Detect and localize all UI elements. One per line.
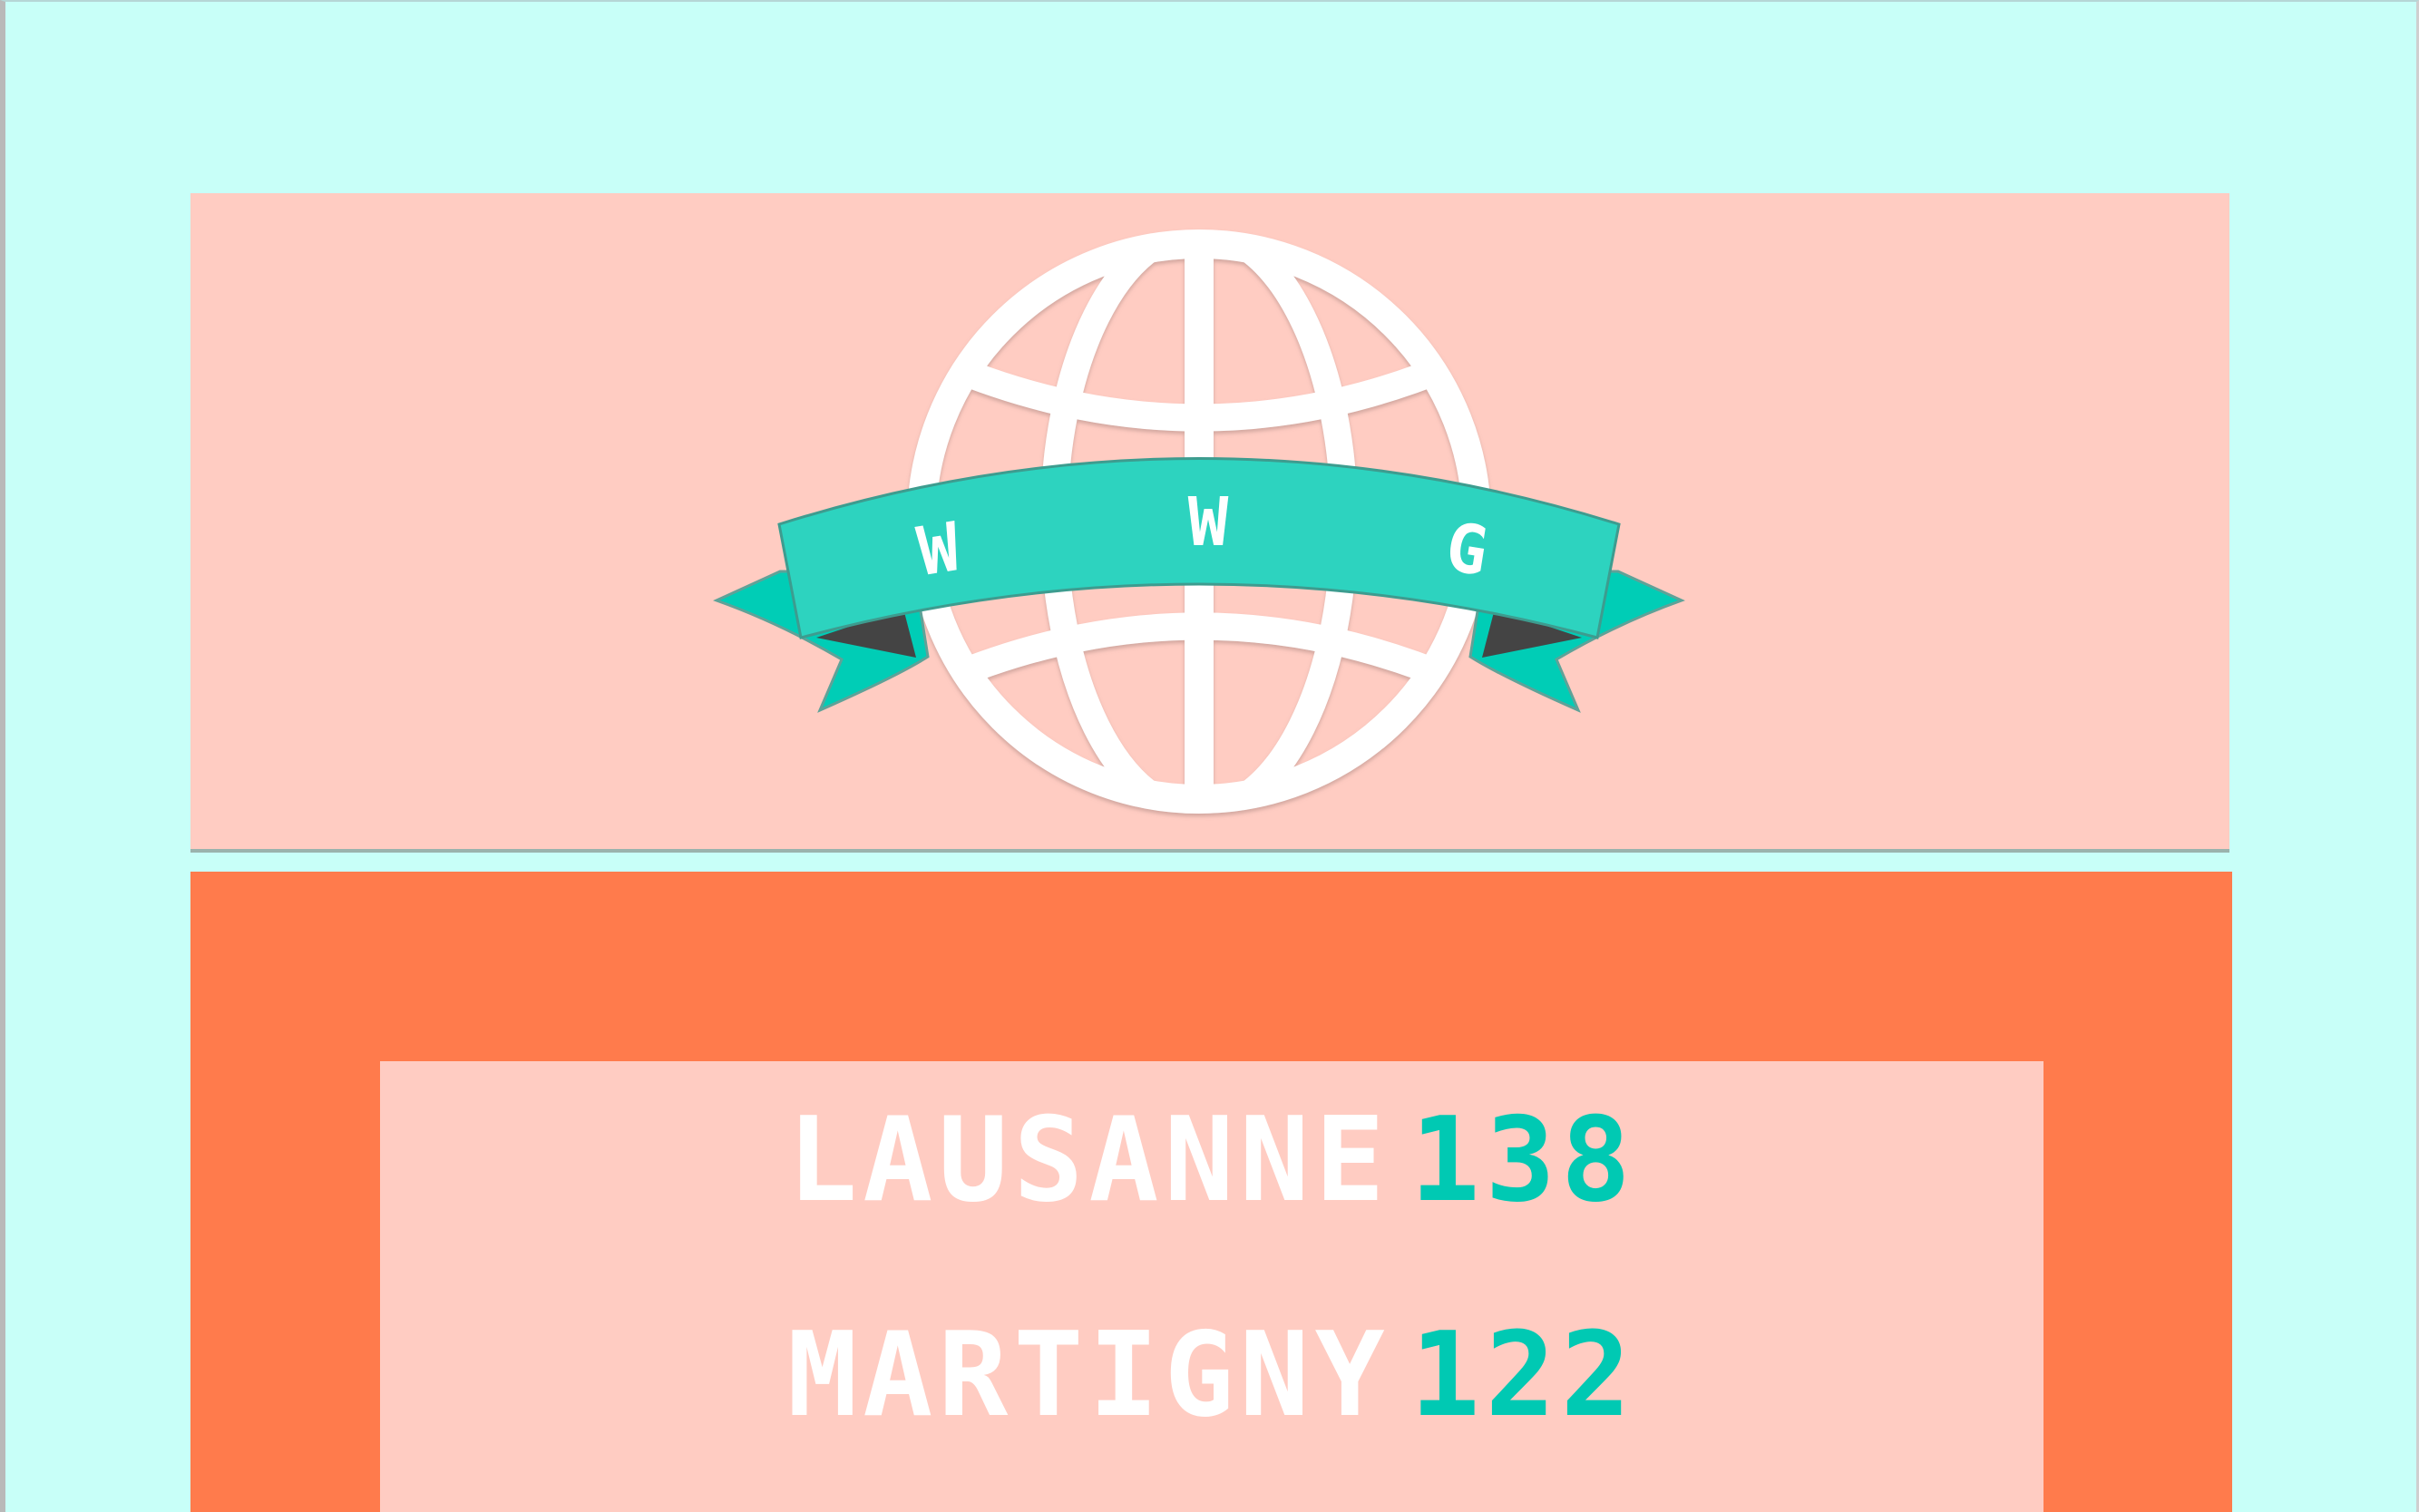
team-name-away: MARTIGNY — [787, 1308, 1390, 1443]
logo-panel: W W G — [190, 193, 2229, 849]
team-score-away: 122 — [1409, 1308, 1636, 1443]
team-name-home: LAUSANNE — [787, 1093, 1390, 1228]
score-frame: LAUSANNE 138 MARTIGNY 122 — [190, 872, 2232, 1512]
scoreboard-page: W W G LAUSANNE 138 MARTIGNY 122 — [0, 0, 2419, 1512]
score-panel: LAUSANNE 138 MARTIGNY 122 — [380, 1061, 2043, 1512]
banner-letter-2: W — [1188, 483, 1229, 561]
wwg-logo: W W G — [713, 229, 1685, 814]
score-row-away: MARTIGNY 122 — [380, 1318, 2043, 1434]
score-row-home: LAUSANNE 138 — [380, 1103, 2043, 1219]
team-score-home: 138 — [1409, 1093, 1636, 1228]
